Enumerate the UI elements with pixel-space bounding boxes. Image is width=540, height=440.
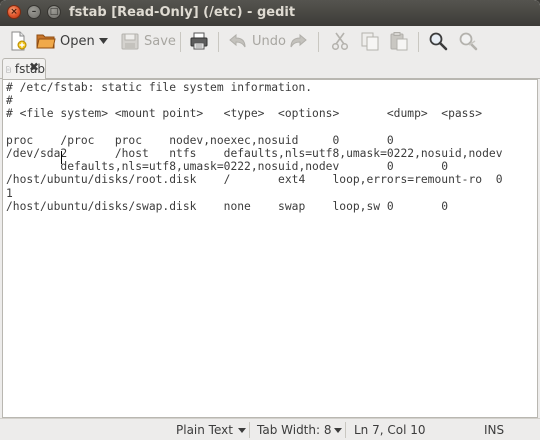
line-7: /host/ubuntu/disks/root.disk / ext4 loop… xyxy=(6,173,503,187)
save-icon xyxy=(121,33,139,50)
save-label: Save xyxy=(144,33,176,49)
document-icon xyxy=(6,66,11,72)
cut-icon xyxy=(331,32,349,51)
tab-strip: fstab xyxy=(0,56,540,79)
find-replace-button[interactable] xyxy=(458,29,478,53)
undo-button[interactable]: Undo xyxy=(228,29,286,53)
new-document-icon xyxy=(11,31,27,51)
tab-width-selector[interactable]: Tab Width: 8 xyxy=(257,423,331,437)
chevron-down-icon xyxy=(98,38,108,44)
minimize-window-button[interactable]: – xyxy=(27,5,41,19)
toolbar: Open Save Undo xyxy=(0,26,540,56)
print-button[interactable] xyxy=(189,29,209,53)
status-bar: Plain Text Tab Width: 8 Ln 7, Col 10 INS xyxy=(0,418,540,440)
copy-icon xyxy=(361,32,379,51)
copy-button[interactable] xyxy=(360,29,380,53)
line-2: # xyxy=(6,94,13,108)
toolbar-separator xyxy=(318,32,319,52)
find-replace-icon xyxy=(459,32,478,51)
undo-label: Undo xyxy=(252,33,286,49)
open-label: Open xyxy=(60,33,95,49)
line-1: # /etc/fstab: static file system informa… xyxy=(6,81,313,94)
gedit-window: × – □ fstab [Read-Only] (/etc) - gedit O… xyxy=(0,0,540,440)
redo-icon xyxy=(290,33,307,48)
language-selector[interactable]: Plain Text xyxy=(176,423,233,437)
undo-icon xyxy=(229,33,246,48)
open-recent-dropdown[interactable] xyxy=(96,29,110,53)
window-title: fstab [Read-Only] (/etc) - gedit xyxy=(69,5,296,20)
toolbar-separator xyxy=(418,32,419,52)
line-3: # <file system> <mount point> <type> <op… xyxy=(6,107,483,121)
close-window-button[interactable]: × xyxy=(7,5,21,19)
insert-mode: INS xyxy=(484,423,505,437)
line-5: proc /proc proc nodev,noexec,nosuid 0 0 xyxy=(6,133,394,147)
find-icon xyxy=(429,32,448,51)
text-editor[interactable]: # /etc/fstab: static file system informa… xyxy=(2,79,538,418)
language-dropdown-icon[interactable] xyxy=(238,428,246,433)
line-7-wrap: 1 xyxy=(6,186,13,200)
line-8: /host/ubuntu/disks/swap.disk none swap l… xyxy=(6,199,449,213)
cursor-position: Ln 7, Col 10 xyxy=(354,423,426,437)
new-document-button[interactable] xyxy=(8,29,28,53)
tab-width-dropdown-icon[interactable] xyxy=(334,428,342,433)
status-separator xyxy=(249,422,250,438)
redo-button[interactable] xyxy=(288,29,308,53)
close-tab-icon[interactable]: ✖ xyxy=(29,60,43,74)
text-cursor xyxy=(61,151,62,164)
print-icon xyxy=(190,32,208,50)
toolbar-separator xyxy=(180,32,181,52)
title-bar[interactable]: × – □ fstab [Read-Only] (/etc) - gedit xyxy=(0,0,540,26)
paste-button[interactable] xyxy=(389,29,409,53)
maximize-window-button[interactable]: □ xyxy=(47,5,61,19)
line-6-wrap: defaults,nls=utf8,umask=0222,nosuid,node… xyxy=(6,160,449,174)
toolbar-separator xyxy=(218,32,219,52)
find-button[interactable] xyxy=(428,29,448,53)
editor-text[interactable]: # /etc/fstab: static file system informa… xyxy=(6,81,503,213)
cut-button[interactable] xyxy=(330,29,350,53)
open-folder-icon xyxy=(36,34,56,49)
paste-icon xyxy=(390,32,408,51)
open-button[interactable]: Open xyxy=(36,29,95,53)
line-6: /dev/sda2 /host ntfs defaults,nls=utf8,u… xyxy=(6,147,503,161)
status-separator xyxy=(345,422,346,438)
save-button[interactable]: Save xyxy=(120,29,176,53)
